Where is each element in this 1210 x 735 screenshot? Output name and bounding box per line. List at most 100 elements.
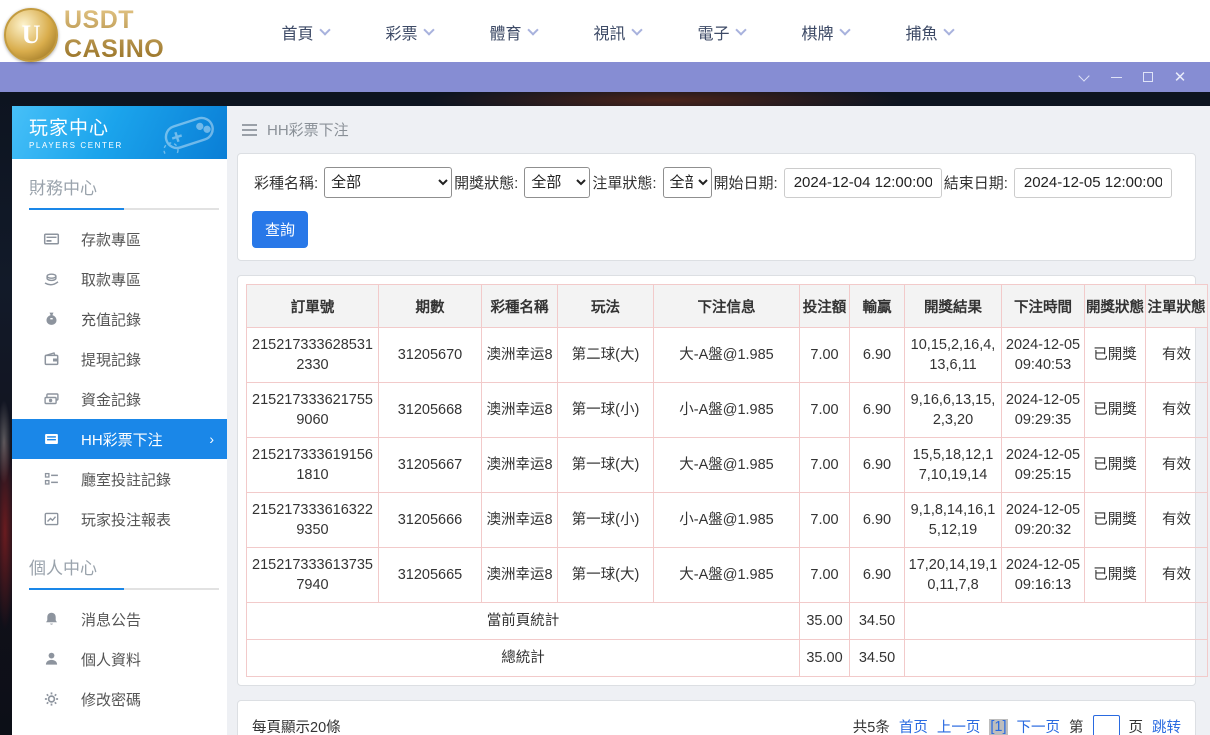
table-cell: 9,16,6,13,15,2,3,20 bbox=[904, 382, 1002, 438]
table-cell: 6.90 bbox=[849, 547, 905, 603]
table-cell: 7.00 bbox=[799, 547, 850, 603]
moneybag-icon bbox=[43, 311, 60, 327]
chevron-down-icon bbox=[526, 24, 539, 36]
nav-item-7[interactable]: 捕魚 bbox=[877, 20, 981, 44]
jump-button[interactable]: 跳转 bbox=[1152, 716, 1181, 735]
window-minimize-button[interactable] bbox=[1100, 62, 1132, 92]
chevron-down-icon bbox=[1078, 69, 1090, 82]
table-cell: 2152173336217559060 bbox=[246, 382, 379, 438]
table-cell: 澳洲幸运8 bbox=[481, 547, 558, 603]
sidebar-item-hall-records[interactable]: 廳室投註記錄› bbox=[12, 459, 227, 499]
summary-bet-total: 35.00 bbox=[799, 639, 850, 677]
main-content: HH彩票下注 彩種名稱: 全部 開獎狀態: 全部 注單狀態: 全部 開始日期: … bbox=[227, 106, 1210, 735]
window-maximize-button[interactable] bbox=[1132, 62, 1164, 92]
bet-table-panel: 訂單號 期數 彩種名稱 玩法 下注信息 投注額 輸贏 開獎結果 下注時間 開獎狀態 注單狀態 215… bbox=[237, 275, 1208, 686]
prev-page-link[interactable]: 上一页 bbox=[937, 716, 981, 735]
sidebar-item-report-chart[interactable]: 玩家投注報表› bbox=[12, 499, 227, 539]
page-size-text: 每頁顯示20條 bbox=[252, 720, 341, 735]
report-chart-icon bbox=[43, 511, 60, 527]
sidebar-section-title: 財務中心 bbox=[29, 179, 97, 198]
sidebar-item-withdraw-hand[interactable]: 取款專區› bbox=[12, 259, 227, 299]
window-close-button[interactable]: ✕ bbox=[1164, 62, 1196, 92]
sidebar-item-label: 玩家投注報表 bbox=[81, 511, 172, 529]
sidebar-item-label: 存款專區 bbox=[81, 231, 142, 249]
sidebar-item-label: 個人資料 bbox=[81, 651, 142, 669]
table-cell: 9,1,8,14,16,15,12,19 bbox=[904, 492, 1002, 548]
end-date-input[interactable] bbox=[1013, 167, 1172, 198]
summary-winloss-total: 34.50 bbox=[849, 602, 905, 640]
nav-item-6[interactable]: 棋牌 bbox=[773, 20, 877, 44]
table-cell: 澳洲幸运8 bbox=[481, 492, 558, 548]
table-cell: 10,15,2,16,4,13,6,11 bbox=[904, 327, 1002, 383]
column-header: 下注時間 bbox=[1001, 284, 1085, 328]
sidebar-item-deposit-card[interactable]: 存款專區› bbox=[12, 219, 227, 259]
table-cell: 有效 bbox=[1145, 382, 1208, 438]
nav-item-4[interactable]: 視訊 bbox=[565, 20, 669, 44]
table-cell: 17,20,14,19,10,11,7,8 bbox=[904, 547, 1002, 603]
table-row: 2152173336191561810 31205667 澳洲幸运8 第一球(大) 大-… bbox=[246, 437, 1208, 493]
table-cell: 31205668 bbox=[378, 382, 482, 438]
first-page-link[interactable]: 首页 bbox=[899, 716, 928, 735]
column-header: 玩法 bbox=[557, 284, 654, 328]
table-cell: 大-A盤@1.985 bbox=[653, 547, 800, 603]
order-status-select[interactable]: 全部 bbox=[662, 167, 712, 198]
sidebar-item-label: 資金記錄 bbox=[81, 391, 142, 409]
nav-item-2[interactable]: 彩票 bbox=[357, 20, 461, 44]
next-page-link[interactable]: 下一页 bbox=[1017, 716, 1061, 735]
sidebar-item-wallet[interactable]: 提現記錄› bbox=[12, 339, 227, 379]
column-header: 下注信息 bbox=[653, 284, 800, 328]
sidebar-item-label: HH彩票下注 bbox=[81, 431, 163, 449]
table-cell: 2024-12-05 09:40:53 bbox=[1001, 327, 1085, 383]
nav-item-1[interactable]: 首頁 bbox=[253, 20, 357, 44]
nav-item-5[interactable]: 電子 bbox=[669, 20, 773, 44]
chevron-down-icon bbox=[630, 24, 643, 36]
user-icon bbox=[43, 651, 60, 667]
table-cell: 2024-12-05 09:16:13 bbox=[1001, 547, 1085, 603]
table-row: 2152173336217559060 31205668 澳洲幸运8 第一球(小) 小-… bbox=[246, 382, 1208, 438]
current-page-indicator[interactable]: [1] bbox=[989, 718, 1008, 735]
column-header: 輸贏 bbox=[849, 284, 905, 328]
jump-prefix-text: 第 bbox=[1069, 720, 1084, 735]
menu-collapse-icon[interactable] bbox=[242, 123, 257, 136]
table-cell: 小-A盤@1.985 bbox=[653, 382, 800, 438]
table-cell: 2152173336285312330 bbox=[246, 327, 379, 383]
chevron-down-icon bbox=[318, 24, 331, 36]
table-cell: 7.00 bbox=[799, 382, 850, 438]
sidebar-item-user[interactable]: 個人資料› bbox=[12, 639, 227, 679]
deposit-card-icon bbox=[43, 231, 60, 247]
table-row: 2152173336163229350 31205666 澳洲幸运8 第一球(小) 小-… bbox=[246, 492, 1208, 548]
table-cell: 15,5,18,12,17,10,19,14 bbox=[904, 437, 1002, 493]
sidebar-item-funds[interactable]: 資金記錄› bbox=[12, 379, 227, 419]
gamepad-icon bbox=[163, 116, 214, 154]
site-logo[interactable]: U USDT CASINO bbox=[0, 6, 235, 64]
table-cell: 第二球(大) bbox=[557, 327, 654, 383]
page-jump-input[interactable] bbox=[1092, 714, 1120, 735]
window-dropdown-button[interactable] bbox=[1068, 62, 1100, 92]
start-date-input[interactable] bbox=[783, 167, 942, 198]
sidebar-item-bell[interactable]: 消息公告› bbox=[12, 599, 227, 639]
sidebar-item-label: 充值記錄 bbox=[81, 311, 142, 329]
table-cell: 2024-12-05 09:29:35 bbox=[1001, 382, 1085, 438]
draw-status-select[interactable]: 全部 bbox=[524, 167, 591, 198]
gear-icon bbox=[43, 691, 60, 707]
bell-icon bbox=[43, 611, 60, 627]
nav-item-label: 電子 bbox=[697, 26, 730, 43]
maximize-icon bbox=[1143, 72, 1153, 82]
sidebar-item-gear[interactable]: 修改密碼› bbox=[12, 679, 227, 719]
lottery-name-select[interactable]: 全部 bbox=[324, 167, 453, 198]
table-cell: 第一球(小) bbox=[557, 492, 654, 548]
table-cell: 有效 bbox=[1145, 547, 1208, 603]
logo-text: USDT CASINO bbox=[64, 6, 235, 64]
sidebar-item-moneybag[interactable]: 充值記錄› bbox=[12, 299, 227, 339]
breadcrumb: HH彩票下注 bbox=[237, 106, 1196, 153]
column-header: 期數 bbox=[378, 284, 482, 328]
search-button[interactable]: 查詢 bbox=[252, 211, 309, 248]
column-header: 開獎狀態 bbox=[1084, 284, 1146, 328]
table-cell: 第一球(大) bbox=[557, 437, 654, 493]
lottery-name-label: 彩種名稱: bbox=[254, 175, 319, 192]
nav-item-label: 視訊 bbox=[593, 26, 626, 43]
sidebar-item-lottery-ticket[interactable]: HH彩票下注 › bbox=[12, 419, 227, 459]
column-header: 開獎結果 bbox=[904, 284, 1002, 328]
summary-winloss-total: 34.50 bbox=[849, 639, 905, 677]
nav-item-3[interactable]: 體育 bbox=[461, 20, 565, 44]
